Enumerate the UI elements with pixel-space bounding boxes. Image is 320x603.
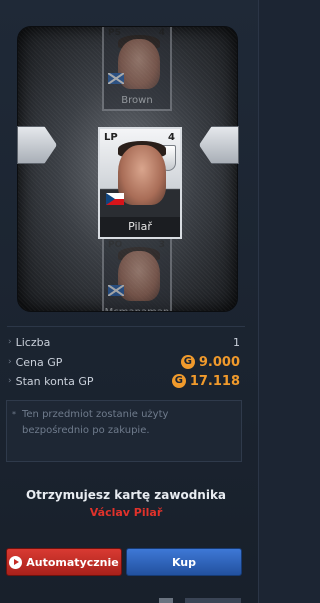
scroll-track[interactable]	[185, 598, 241, 603]
asterisk-icon: *	[12, 410, 16, 419]
player-photo	[118, 251, 160, 301]
card-player-name: Mcmanaman	[104, 304, 170, 311]
automatic-button-label: Automatycznie	[26, 555, 119, 569]
balance-value: 17.118	[189, 373, 240, 389]
buy-button-label: Kup	[171, 555, 197, 569]
price-row: › Cena GP G 9.000	[8, 353, 240, 371]
divider	[7, 326, 245, 327]
bullet-icon: ›	[8, 357, 12, 367]
price-value-wrap: G 9.000	[180, 354, 240, 370]
receive-player-name: Václav Pilař	[89, 506, 163, 519]
count-value: 1	[233, 335, 240, 349]
scotland-flag-icon	[108, 73, 124, 84]
card-position: LP	[104, 132, 118, 143]
price-label: Cena GP	[15, 355, 63, 369]
count-row: › Liczba 1	[8, 333, 240, 351]
buy-button[interactable]: Kup	[126, 548, 242, 576]
card-player-name: Brown	[121, 95, 153, 106]
player-photo	[118, 145, 166, 205]
scroll-handle[interactable]	[159, 598, 173, 603]
balance-label: Stan konta GP	[15, 374, 94, 388]
player-photo	[118, 39, 160, 89]
receive-title: Otrzymujesz kartę zawodnika	[25, 488, 227, 502]
shop-panel: PS 4 Brown LP 4 Pilař PO 3 › Liczba 1 › …	[0, 0, 259, 603]
card-position: PO	[108, 240, 123, 250]
scotland-flag-icon	[108, 285, 124, 296]
card-carousel: PS 4 Brown LP 4 Pilař PO 3	[17, 26, 238, 312]
player-card-selected[interactable]: LP 4 Pilař	[98, 127, 182, 239]
gp-coin-icon: G	[171, 374, 186, 388]
balance-value-wrap: G 17.118	[171, 373, 240, 389]
bullet-icon: ›	[8, 376, 12, 386]
balance-row: › Stan konta GP G 17.118	[8, 372, 240, 390]
automatic-button[interactable]: Automatycznie	[6, 548, 122, 576]
card-position: PS	[108, 28, 122, 38]
player-card-previous[interactable]: PS 4 Brown	[102, 27, 172, 111]
card-number: 4	[158, 28, 165, 38]
card-number: 4	[168, 132, 175, 143]
count-label: Liczba	[15, 335, 51, 349]
player-card-next[interactable]: PO 3 Mcmanaman	[102, 237, 172, 311]
card-number: 3	[158, 240, 165, 250]
czech-flag-icon	[106, 193, 124, 205]
note-text: Ten przedmiot zostanie użyty bezpośredni…	[22, 409, 169, 436]
gp-coin-icon: G	[180, 355, 195, 369]
info-note: * Ten przedmiot zostanie użyty bezpośred…	[6, 400, 242, 462]
card-player-name: Pilař	[100, 217, 180, 237]
price-value: 9.000	[198, 354, 240, 370]
play-icon	[9, 555, 23, 569]
bullet-icon: ›	[8, 337, 12, 347]
